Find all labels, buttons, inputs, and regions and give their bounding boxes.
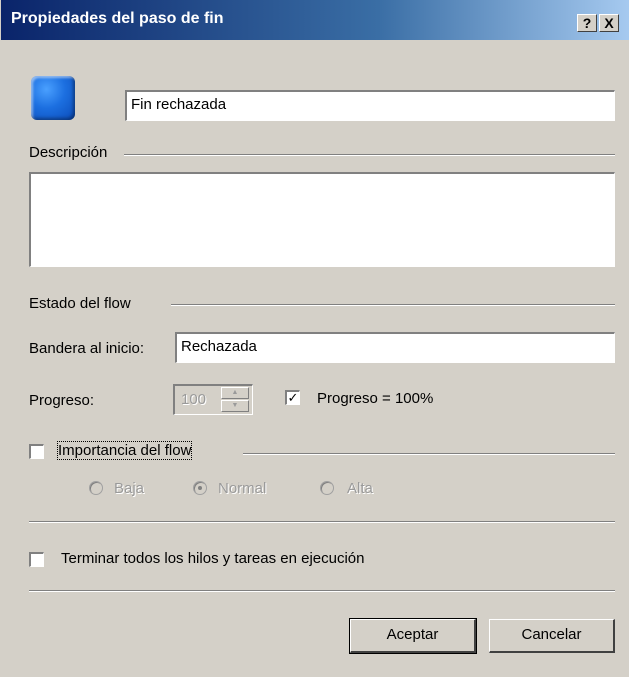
importance-normal-radio (193, 481, 207, 495)
importance-low-label: Baja (114, 480, 145, 497)
flow-state-separator (171, 304, 615, 306)
section-separator-1 (29, 521, 615, 523)
flag-input-value: Rechazada (181, 338, 257, 355)
progress-100-checkbox[interactable]: ✓ (285, 390, 300, 405)
description-textarea[interactable] (29, 172, 615, 267)
importance-high-radio (320, 481, 334, 495)
progress-label: Progreso: (29, 392, 95, 409)
importance-label: Importancia del flow (56, 441, 193, 460)
section-separator-2 (29, 590, 615, 592)
progress-100-label: Progreso = 100% (317, 390, 434, 407)
cancel-button[interactable]: Cancelar (489, 619, 615, 653)
importance-low-radio (89, 481, 103, 495)
flow-state-label: Estado del flow (29, 295, 131, 312)
radio-selected-dot (198, 486, 202, 490)
accept-button[interactable]: Aceptar (349, 618, 477, 654)
terminate-checkbox[interactable] (29, 552, 44, 567)
window-title: Propiedades del paso de fin (11, 10, 224, 27)
name-input-value: Fin rechazada (131, 96, 227, 113)
importance-separator (243, 453, 615, 455)
spin-down-icon: ▼ (221, 400, 249, 412)
importance-normal-label: Normal (218, 480, 267, 497)
description-label: Descripción (29, 144, 108, 161)
close-button[interactable]: X (599, 14, 619, 32)
flag-label: Bandera al inicio: (29, 340, 145, 357)
step-icon (31, 76, 75, 120)
flag-input[interactable]: Rechazada (175, 332, 615, 363)
importance-checkbox[interactable] (29, 444, 44, 459)
title-bar[interactable]: Propiedades del paso de fin ? X (1, 0, 629, 40)
name-input[interactable]: Fin rechazada (125, 90, 615, 121)
importance-high-label: Alta (347, 480, 373, 497)
description-separator (124, 154, 615, 156)
properties-dialog: Propiedades del paso de fin ? X Fin rech… (0, 0, 629, 677)
progress-spinner: 100 ▲ ▼ (173, 384, 253, 415)
help-button[interactable]: ? (577, 14, 597, 32)
progress-value: 100 (181, 391, 207, 408)
terminate-label: Terminar todos los hilos y tareas en eje… (61, 550, 365, 567)
spin-up-icon: ▲ (221, 387, 249, 399)
